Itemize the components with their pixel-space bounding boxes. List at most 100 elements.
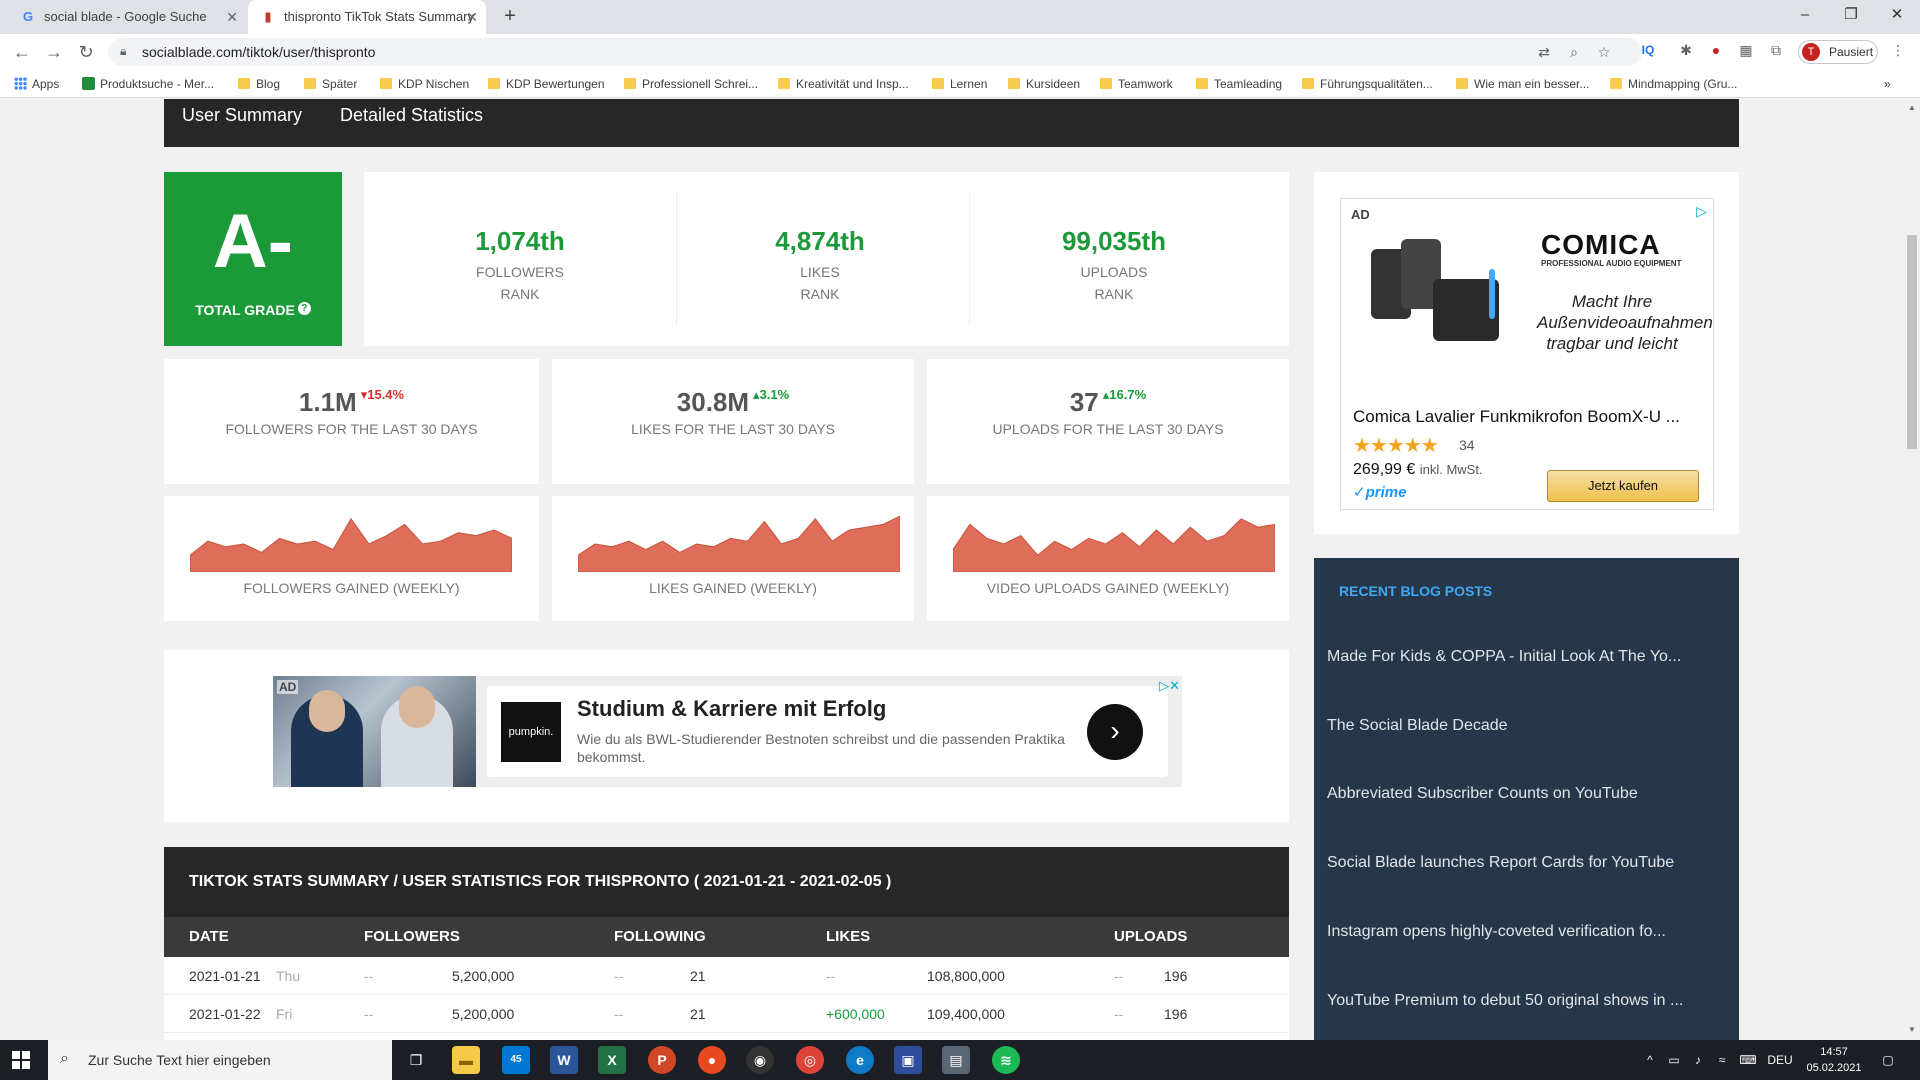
- ad-close-icon[interactable]: ▷✕: [1146, 678, 1180, 694]
- product-price: 269,99 € inkl. MwSt.: [1353, 461, 1483, 479]
- product-title[interactable]: Comica Lavalier Funkmikrofon BoomX-U ...: [1353, 407, 1707, 427]
- menu-dots-icon[interactable]: ⋮: [1888, 40, 1908, 60]
- extension-badge-icon[interactable]: ●: [1706, 40, 1726, 60]
- close-tab-icon[interactable]: ✕: [226, 0, 238, 34]
- bookmark-star-icon[interactable]: ☆: [1594, 42, 1614, 62]
- cell-change: +600,000: [826, 1006, 885, 1022]
- app-icon[interactable]: ●: [698, 1046, 726, 1074]
- blog-post-link[interactable]: Made For Kids & COPPA - Initial Look At …: [1327, 648, 1727, 666]
- task-view-icon[interactable]: ❐: [402, 1046, 430, 1074]
- folder-icon: [932, 78, 944, 89]
- iq-extension-icon[interactable]: IQ: [1638, 40, 1658, 60]
- rank-value: 4,874th: [775, 226, 865, 256]
- blog-post-link[interactable]: The Social Blade Decade: [1327, 717, 1727, 735]
- bookmark-mindmapping[interactable]: Mindmapping (Gru...: [1610, 70, 1737, 98]
- volume-icon[interactable]: ♪: [1688, 1040, 1708, 1080]
- grid-extension-icon[interactable]: ▦: [1736, 40, 1756, 60]
- pumpkin-logo: pumpkin.: [501, 702, 561, 762]
- scroll-down-icon[interactable]: ▼: [1904, 1025, 1920, 1034]
- excel-icon[interactable]: X: [598, 1046, 626, 1074]
- more-bookmarks-icon[interactable]: »: [1880, 70, 1891, 98]
- adchoices-icon[interactable]: ▷: [1696, 203, 1707, 220]
- bookmark-fuehrung[interactable]: Führungsqualitäten...: [1302, 70, 1433, 98]
- bookmark-kreativitaet[interactable]: Kreativität und Insp...: [778, 70, 909, 98]
- bookmark-produktsuche[interactable]: Produktsuche - Mer...: [82, 70, 214, 98]
- buy-now-button[interactable]: Jetzt kaufen: [1547, 470, 1699, 502]
- amazon-product-ad[interactable]: AD ▷ COMICA PROFESSIONAL AUDIO EQUIPMENT…: [1340, 198, 1714, 510]
- stats-summary-table: TIKTOK STATS SUMMARY / USER STATISTICS F…: [164, 847, 1289, 1040]
- stat-value: 37 ▴16.7%: [927, 387, 1289, 418]
- avatar: T: [1802, 43, 1820, 61]
- tab-google-search[interactable]: G social blade - Google Suche ✕: [8, 0, 246, 34]
- banner-ad[interactable]: AD pumpkin. Studium & Karriere mit Erfol…: [273, 676, 1182, 787]
- word-icon[interactable]: W: [550, 1046, 578, 1074]
- file-explorer-icon[interactable]: ▬: [452, 1046, 480, 1074]
- restore-icon[interactable]: ❐: [1828, 0, 1874, 34]
- extension-icon[interactable]: ✱: [1676, 40, 1696, 60]
- chevron-right-icon[interactable]: ›: [1087, 704, 1143, 760]
- blog-post-link[interactable]: Abbreviated Subscriber Counts on YouTube: [1327, 785, 1727, 803]
- blog-post-link[interactable]: Instagram opens highly-coveted verificat…: [1327, 923, 1727, 941]
- profile-button[interactable]: T Pausiert: [1798, 40, 1878, 64]
- wifi-icon[interactable]: ≈: [1712, 1040, 1732, 1080]
- person-head: [309, 690, 345, 732]
- new-tab-button[interactable]: +: [496, 4, 524, 30]
- scroll-up-icon[interactable]: ▲: [1904, 103, 1920, 112]
- blog-post-link[interactable]: YouTube Premium to debut 50 original sho…: [1327, 992, 1727, 1010]
- powerpoint-icon[interactable]: P: [648, 1046, 676, 1074]
- close-window-icon[interactable]: ✕: [1874, 0, 1920, 34]
- cell-following: 21: [690, 1006, 706, 1022]
- blog-post-link[interactable]: Social Blade launches Report Cards for Y…: [1327, 854, 1727, 872]
- taskbar-search[interactable]: ⌕ Zur Suche Text hier eingeben: [48, 1040, 392, 1080]
- bookmark-kdp-nischen[interactable]: KDP Nischen: [380, 70, 469, 98]
- tray-chevron-icon[interactable]: ^: [1640, 1040, 1660, 1080]
- apps-grid-icon: [14, 77, 27, 90]
- table-header: DATE FOLLOWERS FOLLOWING LIKES UPLOADS: [164, 917, 1289, 957]
- bookmark-wie-man[interactable]: Wie man ein besser...: [1456, 70, 1589, 98]
- bookmark-spaeter[interactable]: Später: [304, 70, 357, 98]
- minimize-icon[interactable]: –: [1782, 0, 1828, 34]
- page-scrollbar[interactable]: ▲ ▼: [1904, 99, 1920, 1040]
- help-icon[interactable]: ?: [297, 302, 311, 315]
- windows-taskbar: ⌕ Zur Suche Text hier eingeben ❐ ▬ 45 W …: [0, 1040, 1920, 1080]
- tab-socialblade[interactable]: ▮ thispronto TikTok Stats Summary ✕: [248, 0, 486, 34]
- bookmark-kdp-bewertungen[interactable]: KDP Bewertungen: [488, 70, 605, 98]
- detailed-statistics-link[interactable]: Detailed Statistics: [340, 105, 483, 126]
- app-icon[interactable]: ▤: [942, 1046, 970, 1074]
- scrollbar-thumb[interactable]: [1907, 235, 1917, 449]
- mail-icon[interactable]: 45: [502, 1046, 530, 1074]
- bookmarks-bar: Apps Produktsuche - Mer... Blog Später K…: [0, 70, 1920, 98]
- keyboard-icon[interactable]: ⌨: [1736, 1040, 1760, 1080]
- rank-label: UPLOADS: [1080, 264, 1148, 280]
- lock-icon: 🔒︎: [120, 44, 127, 58]
- network-icon[interactable]: ▭: [1664, 1040, 1684, 1080]
- close-tab-icon[interactable]: ✕: [466, 0, 478, 34]
- windows-start-icon[interactable]: [12, 1051, 30, 1069]
- app-icon[interactable]: ▣: [894, 1046, 922, 1074]
- language-indicator[interactable]: DEU: [1764, 1040, 1796, 1080]
- bookmark-kursideen[interactable]: Kursideen: [1008, 70, 1080, 98]
- bookmark-professionell[interactable]: Professionell Schrei...: [624, 70, 758, 98]
- grade-letter: A-: [212, 199, 294, 284]
- chrome-icon[interactable]: ◎: [796, 1046, 824, 1074]
- bookmark-lernen[interactable]: Lernen: [932, 70, 987, 98]
- bookmark-teamleading[interactable]: Teamleading: [1196, 70, 1282, 98]
- bookmark-teamwork[interactable]: Teamwork: [1100, 70, 1173, 98]
- likes-weekly-sparkline: [578, 515, 900, 572]
- edge-icon[interactable]: e: [846, 1046, 874, 1074]
- likes-weekly-card: LIKES GAINED (WEEKLY): [552, 496, 914, 621]
- zoom-icon[interactable]: ⌕: [1564, 42, 1584, 62]
- translate-icon[interactable]: ⇄: [1534, 42, 1554, 62]
- forward-icon[interactable]: →: [40, 38, 68, 66]
- obs-icon[interactable]: ◉: [746, 1046, 774, 1074]
- user-summary-link[interactable]: User Summary: [182, 105, 302, 126]
- clock[interactable]: 14:57 05.02.2021: [1804, 1044, 1864, 1076]
- address-bar[interactable]: 🔒︎ socialblade.com/tiktok/user/thispront…: [108, 38, 1642, 66]
- puzzle-icon[interactable]: ⧉: [1766, 40, 1786, 60]
- reload-icon[interactable]: ↻: [72, 38, 100, 66]
- bookmark-apps[interactable]: Apps: [14, 70, 59, 98]
- spotify-icon[interactable]: ≋: [992, 1046, 1020, 1074]
- back-icon[interactable]: ←: [8, 38, 36, 66]
- notifications-icon[interactable]: ▢: [1876, 1040, 1900, 1080]
- bookmark-blog[interactable]: Blog: [238, 70, 280, 98]
